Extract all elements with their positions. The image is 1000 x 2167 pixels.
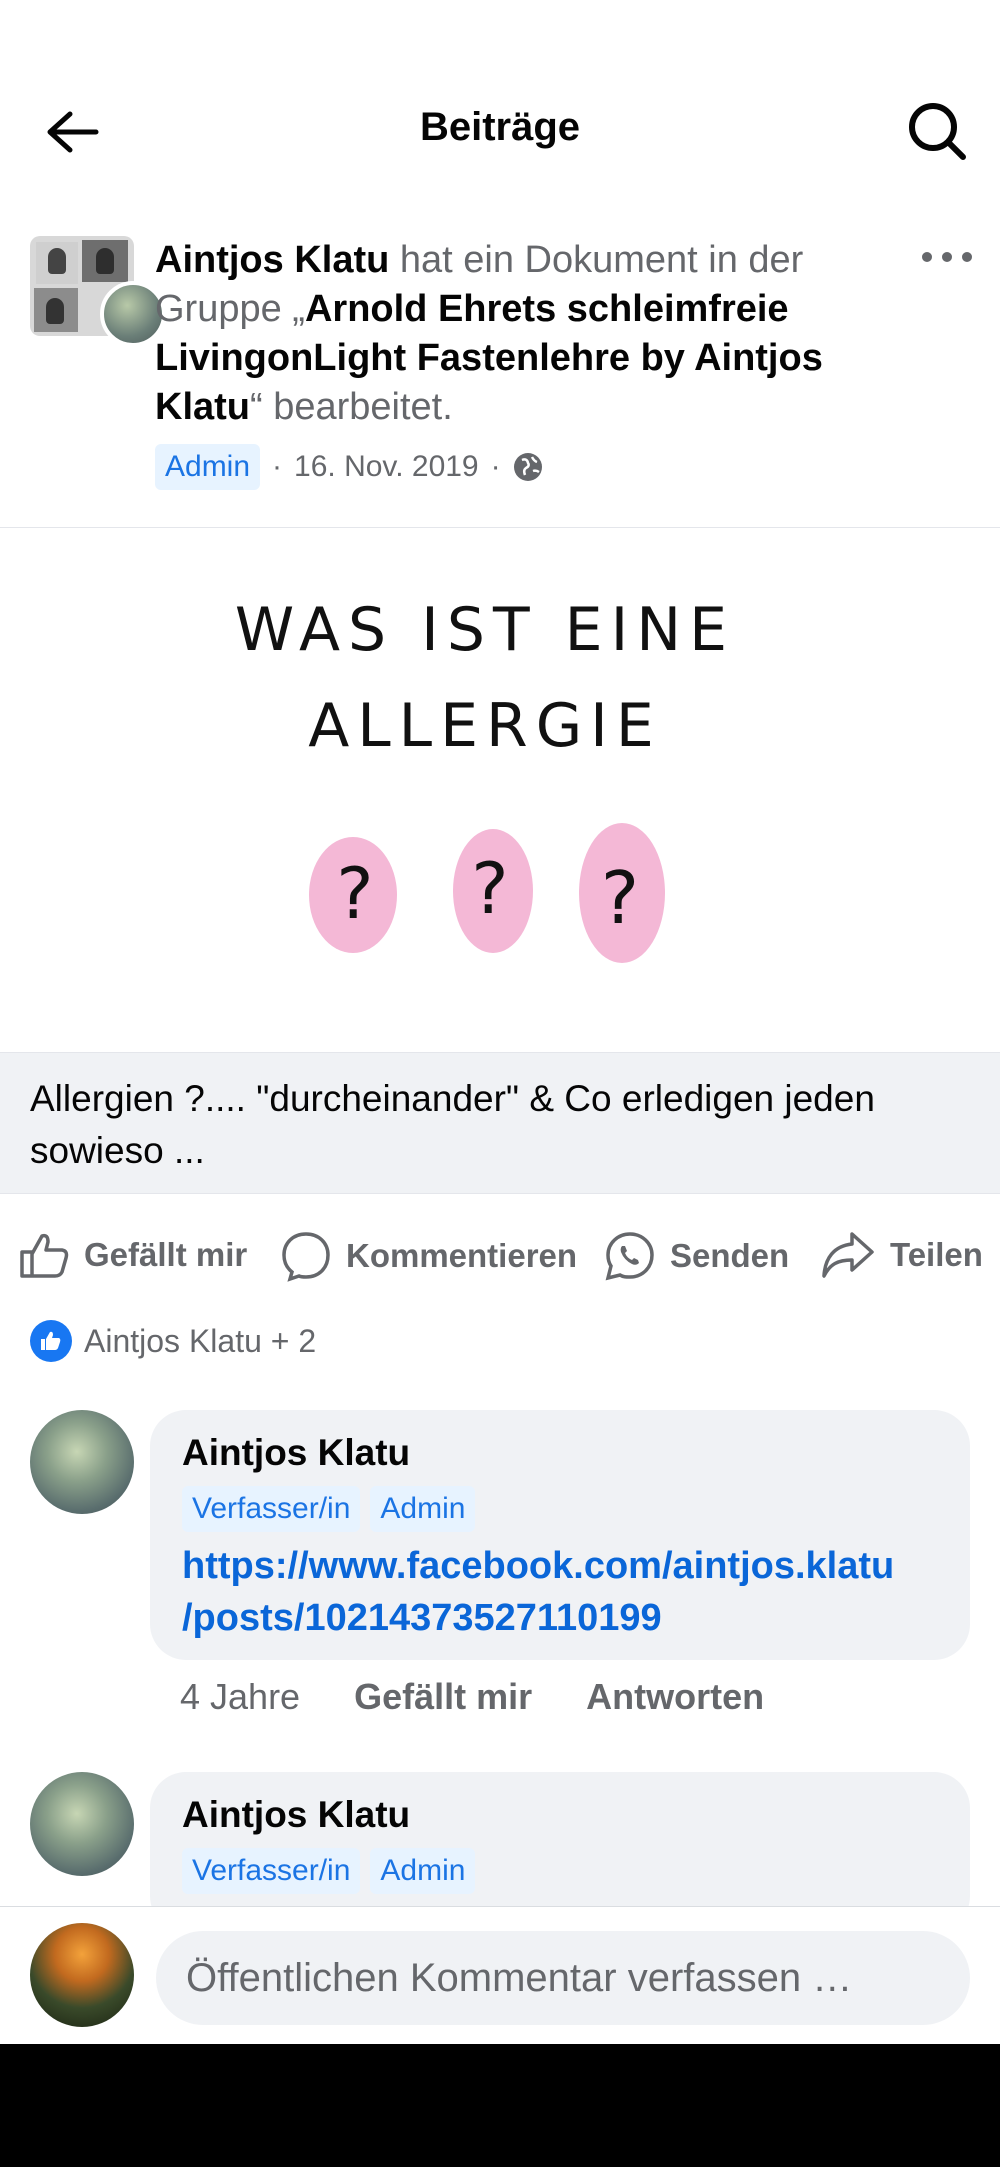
share-arrow-icon [822,1232,874,1278]
post-action-suffix: “ bearbeitet. [250,386,453,428]
post-header: Aintjos Klatu hat ein Dokument in der Gr… [0,236,1000,526]
share-button[interactable]: Teilen [820,1230,983,1280]
more-dots-icon [922,252,932,262]
comment-link-line1: https://www.facebook.com/aintjos.klatu [182,1545,895,1587]
admin-badge: Admin [370,1486,476,1532]
author-badge: Verfasser/in [182,1486,361,1532]
comment-link-line2: /posts/10214373527110199 [182,1597,662,1639]
more-options-button[interactable] [922,242,972,272]
image-text-line1: WAS IST EINE [235,595,735,665]
comment-author[interactable]: Aintjos Klatu [182,1430,938,1476]
comment-author[interactable]: Aintjos Klatu [182,1792,938,1838]
comment-badges: Verfasser/in Admin [182,1486,938,1532]
admin-badge: Admin [370,1848,476,1894]
comment-input[interactable]: Öffentlichen Kommentar verfassen … [156,1931,970,2025]
globe-icon [513,453,542,481]
my-avatar[interactable] [30,1923,134,2027]
share-label: Teilen [890,1236,983,1273]
separator: · [490,450,501,483]
post-meta: Admin · 16. Nov. 2019 · [155,444,543,490]
allergy-drawing: WAS IST EINE ALLERGIE ? ? ? [235,595,735,963]
image-text-line2: ALLERGIE [308,691,662,761]
search-button[interactable] [904,98,970,164]
like-reaction-icon [30,1320,72,1362]
question-mark-1: ? [336,853,373,935]
comment-composer: Öffentlichen Kommentar verfassen … [0,1906,1000,2044]
reactions-summary[interactable]: Aintjos Klatu + 2 [30,1320,316,1362]
document-image[interactable]: WAS IST EINE ALLERGIE ? ? ? [0,527,1000,1052]
author-badge: Verfasser/in [182,1848,361,1894]
admin-badge: Admin [155,444,261,490]
post-action-bar: Gefällt mir Kommentieren Senden Teilen [0,1210,1000,1290]
separator: · [272,450,283,483]
search-icon [909,103,966,160]
avatar[interactable] [30,1410,134,1514]
question-mark-3: ? [601,856,639,940]
system-nav-bar [0,2044,1000,2167]
thumbs-up-icon [41,1331,61,1350]
page-title: Beiträge [419,105,581,149]
reactions-text: Aintjos Klatu + 2 [84,1322,317,1359]
comment-link[interactable]: https://www.facebook.com/aintjos.klatu /… [182,1540,938,1644]
document-caption[interactable]: Allergien ?.... "durcheinander" & Co erl… [0,1052,1000,1194]
like-button[interactable]: Gefällt mir [18,1230,247,1280]
question-mark-2: ? [471,848,508,930]
comment-time: 4 Jahre [180,1676,301,1717]
comment-reply-button[interactable]: Antworten [586,1676,764,1718]
more-dot [962,252,972,262]
group-avatar[interactable] [30,236,166,347]
top-bar: Beiträge [0,0,1000,265]
send-button[interactable]: Senden [604,1230,789,1282]
comment-button[interactable]: Kommentieren [280,1230,577,1282]
whatsapp-icon [605,1232,654,1281]
like-label: Gefällt mir [84,1236,248,1273]
author-name[interactable]: Aintjos Klatu [155,239,389,281]
thumbs-up-icon [20,1233,69,1278]
comment-bubble: Aintjos Klatu Verfasser/in Admin https:/… [150,1410,970,1660]
comment-label: Kommentieren [346,1237,578,1274]
post-headline: Aintjos Klatu hat ein Dokument in der Gr… [155,236,895,432]
comment-like-button[interactable]: Gefällt mir [354,1676,532,1718]
comment-actions: 4 Jahre Gefällt mir Antworten [180,1676,818,1718]
avatar[interactable] [30,1772,134,1876]
comment-badges: Verfasser/in Admin [182,1848,938,1894]
send-label: Senden [670,1237,790,1274]
more-dot [942,252,952,262]
post-date[interactable]: 16. Nov. 2019 [294,450,479,484]
comment-bubble-icon [282,1232,330,1282]
